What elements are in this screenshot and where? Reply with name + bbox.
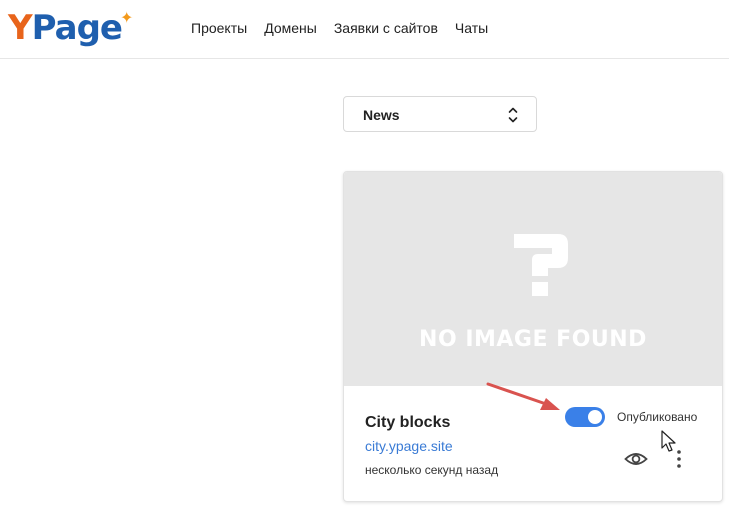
more-vertical-icon[interactable] xyxy=(675,449,683,469)
nav-item-chats[interactable]: Чаты xyxy=(455,19,488,37)
nav-item-projects[interactable]: Проекты xyxy=(191,19,247,37)
category-select-value: News xyxy=(363,107,400,123)
top-header: YPage ✦ Проекты Домены Заявки с сайтов Ч… xyxy=(0,0,729,59)
site-card: ? NO IMAGE FOUND City blocks city.ypage.… xyxy=(343,171,723,502)
chevron-up-down-icon xyxy=(508,107,518,123)
card-image-placeholder[interactable]: ? NO IMAGE FOUND xyxy=(344,172,722,386)
publish-toggle[interactable] xyxy=(565,407,605,427)
nav-item-site-requests[interactable]: Заявки с сайтов xyxy=(334,19,438,37)
nav-item-domains[interactable]: Домены xyxy=(264,19,317,37)
card-timestamp: несколько секунд назад xyxy=(365,463,499,477)
category-select[interactable]: News xyxy=(343,96,537,132)
main-nav: Проекты Домены Заявки с сайтов Чаты xyxy=(191,19,505,37)
card-site-link[interactable]: city.ypage.site xyxy=(365,438,453,454)
card-title: City blocks xyxy=(365,414,451,431)
question-mark-icon: ? xyxy=(514,234,568,296)
toggle-knob xyxy=(588,410,602,424)
ypage-logo[interactable]: YPage ✦ xyxy=(8,6,133,50)
logo-star-icon: ✦ xyxy=(119,10,134,27)
logo-wordmark: YPage xyxy=(8,8,123,48)
publish-status-label: Опубликовано xyxy=(617,410,698,424)
no-image-text: NO IMAGE FOUND xyxy=(419,327,647,352)
eye-icon[interactable] xyxy=(624,450,648,468)
